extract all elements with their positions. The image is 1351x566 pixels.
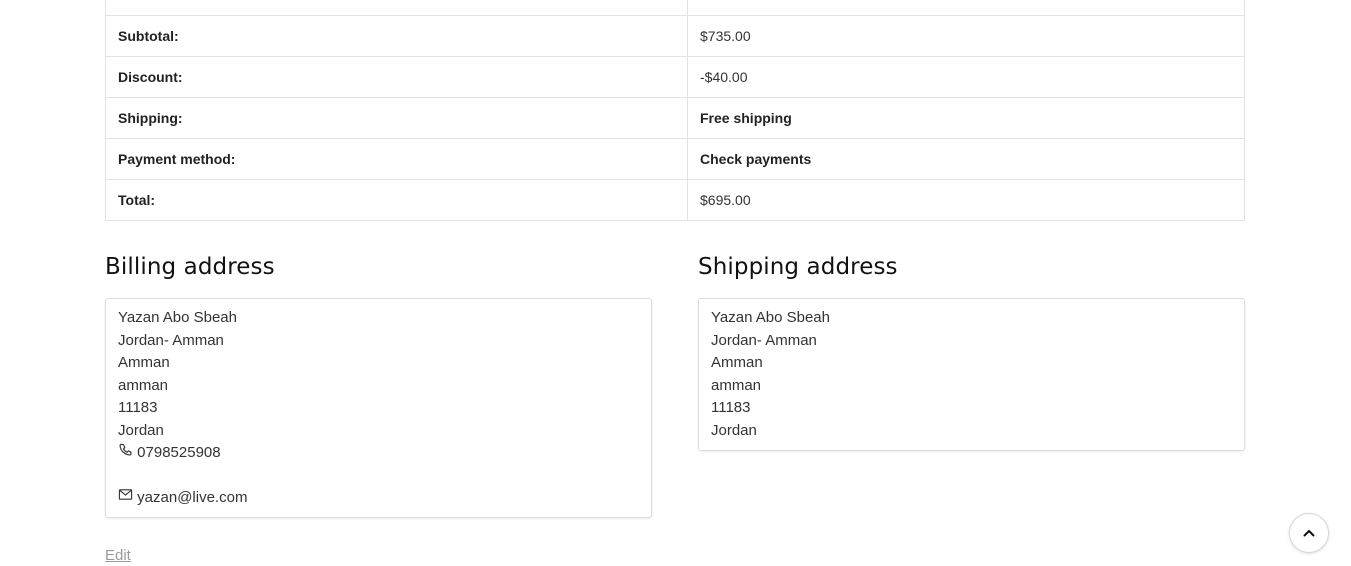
shipping-address-title: Shipping address bbox=[698, 254, 898, 280]
totals-row-value: $735.00 bbox=[687, 15, 1245, 57]
edit-link[interactable]: Edit bbox=[105, 547, 131, 564]
billing-phone-line: 0798525908 bbox=[118, 442, 639, 465]
shipping-country: Jordan bbox=[711, 421, 757, 439]
order-totals-table: Subtotal: $735.00 Discount: -$40.00 Shipping… bbox=[105, 0, 1245, 221]
order-details-page: Subtotal: $735.00 Discount: -$40.00 Shipping… bbox=[0, 0, 1351, 566]
totals-row: Payment method: Check payments bbox=[105, 138, 1245, 180]
billing-email: yazan@live.com bbox=[137, 488, 248, 506]
billing-email-line: yazan@live.com bbox=[118, 487, 639, 510]
totals-row-value: -$40.00 bbox=[687, 56, 1245, 98]
billing-address-title: Billing address bbox=[105, 254, 275, 280]
totals-row-label: Discount: bbox=[105, 56, 688, 98]
shipping-name: Yazan Abo Sbeah bbox=[711, 309, 830, 326]
billing-address-section: Billing address Yazan Abo Sbeah Jordan- … bbox=[105, 250, 652, 518]
billing-address-line: Jordan- Amman bbox=[118, 331, 224, 349]
phone-icon bbox=[118, 442, 133, 457]
totals-row: Shipping: Free shipping bbox=[105, 97, 1245, 139]
totals-row: Discount: -$40.00 bbox=[105, 56, 1245, 98]
totals-row: Total: $695.00 bbox=[105, 179, 1245, 221]
envelope-icon bbox=[118, 487, 133, 502]
billing-address-box: Yazan Abo Sbeah Jordan- Amman Amman amma… bbox=[105, 298, 652, 518]
billing-city: Amman bbox=[118, 354, 170, 371]
chevron-up-icon bbox=[1301, 525, 1317, 541]
shipping-postcode: 11183 bbox=[711, 399, 751, 416]
shipping-address-line: Jordan- Amman bbox=[711, 331, 817, 349]
shipping-city: Amman bbox=[711, 354, 763, 371]
billing-phone: 0798525908 bbox=[137, 444, 221, 461]
totals-row-value: $695.00 bbox=[687, 179, 1245, 221]
totals-row-label: Total: bbox=[105, 179, 688, 221]
billing-postcode: 11183 bbox=[118, 399, 158, 416]
totals-row-label: Subtotal: bbox=[105, 15, 688, 57]
billing-name: Yazan Abo Sbeah bbox=[118, 309, 237, 326]
totals-row-label: Shipping: bbox=[105, 97, 688, 139]
totals-row-value bbox=[687, 0, 1245, 16]
billing-contact-spacer bbox=[118, 465, 639, 487]
scroll-to-top-button[interactable] bbox=[1289, 513, 1329, 553]
shipping-address-box: Yazan Abo Sbeah Jordan- Amman Amman amma… bbox=[698, 298, 1245, 451]
billing-country: Jordan bbox=[118, 421, 164, 439]
shipping-state: amman bbox=[711, 376, 762, 394]
totals-row-value: Free shipping bbox=[687, 97, 1245, 139]
billing-state: amman bbox=[118, 376, 169, 394]
shipping-address-section: Shipping address Yazan Abo Sbeah Jordan-… bbox=[698, 250, 1245, 451]
totals-row-label: Payment method: bbox=[105, 138, 688, 180]
totals-row-label bbox=[105, 0, 688, 16]
totals-row-value: Check payments bbox=[687, 138, 1245, 180]
totals-row: Subtotal: $735.00 bbox=[105, 15, 1245, 57]
totals-row bbox=[105, 0, 1245, 16]
